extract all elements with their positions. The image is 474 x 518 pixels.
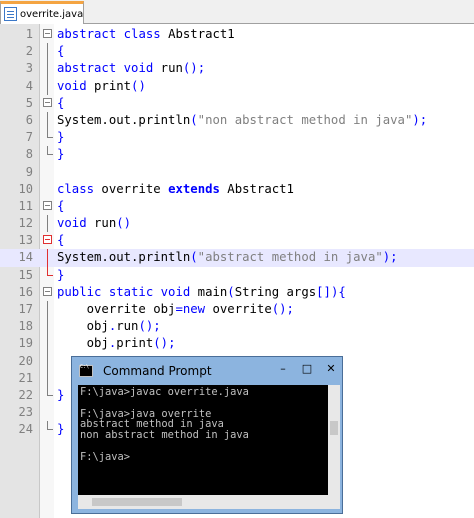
fold-toggle-icon[interactable] [43, 200, 52, 210]
code-line-3: abstract void run(); [57, 61, 206, 76]
line-number: 17 [18, 302, 33, 316]
code-line-10: class overrite extends Abstract1 [57, 181, 294, 196]
code-line-6: System.out.println("non abstract method … [57, 112, 428, 127]
code-line-16: public static void main(String args[]){ [57, 284, 346, 299]
fold-toggle-icon[interactable] [43, 97, 52, 107]
code-line-5: { [57, 95, 65, 110]
code-line-4: void print() [57, 78, 146, 93]
tab-overrite-java[interactable]: overrite.java [0, 1, 84, 24]
code-line-8: } [57, 147, 65, 162]
line-number: 16 [18, 284, 33, 299]
current-line-highlight: 14 System.out.println("abstract method in… [0, 249, 474, 267]
code-line-13: { [57, 233, 65, 248]
keyword-class: class [123, 27, 161, 41]
minimize-button[interactable]: – [276, 362, 290, 376]
line-number: 8 [25, 147, 33, 162]
line-number: 6 [25, 112, 33, 127]
horizontal-scroll-thumb[interactable] [92, 498, 182, 506]
line-number: 9 [25, 164, 33, 179]
code-line-2: { [57, 44, 65, 59]
line-number: 11 [18, 198, 33, 213]
code-line-7: } [57, 130, 65, 145]
line-number: 1 [25, 27, 33, 41]
fold-toggle-icon[interactable] [43, 29, 52, 38]
console-icon [79, 364, 93, 377]
code-line-18: obj.run(); [57, 319, 161, 334]
line-number: 3 [25, 61, 33, 76]
line-number: 10 [18, 181, 33, 196]
console-output-area[interactable]: F:\java>javac overrite.java F:\java>java… [78, 385, 340, 495]
tab-label: overrite.java [20, 8, 84, 20]
line-number: 5 [25, 95, 33, 110]
vertical-scrollbar[interactable] [328, 385, 340, 495]
line-number: 7 [25, 130, 33, 145]
line-number: 22 [18, 387, 33, 402]
code-line-15: } [57, 267, 65, 282]
window-title: Command Prompt [103, 363, 212, 378]
console-output: F:\java>javac overrite.java F:\java>java… [80, 386, 249, 463]
code-line-17: overrite obj=new overrite(); [57, 302, 294, 316]
line-number: 12 [18, 216, 33, 231]
code-line-22: } [57, 387, 65, 402]
line-number: 18 [18, 319, 33, 334]
horizontal-scrollbar[interactable] [78, 495, 340, 509]
line-number: 21 [18, 370, 33, 385]
code-line-11: { [57, 198, 65, 213]
line-number: 13 [18, 233, 33, 248]
file-icon [4, 7, 17, 21]
code-line-14: System.out.println("abstract method in j… [57, 250, 398, 265]
line-number: 20 [18, 353, 33, 368]
command-prompt-window[interactable]: Command Prompt – □ ✕ F:\java>javac overr… [71, 356, 343, 514]
code-line-1: abstract class Abstract1 [57, 27, 235, 41]
line-number: 2 [25, 44, 33, 59]
code-line-19: obj.print(); [57, 336, 176, 351]
code-line-12: void run() [57, 216, 132, 231]
maximize-button[interactable]: □ [300, 362, 314, 376]
line-number: 14 [18, 250, 33, 265]
line-number: 24 [18, 422, 33, 437]
fold-toggle-icon[interactable] [43, 235, 52, 245]
tab-bar: overrite.java [0, 0, 474, 24]
vertical-scroll-thumb[interactable] [330, 421, 338, 435]
code-line-24: } [57, 422, 65, 437]
line-number: 4 [25, 78, 33, 93]
line-number: 15 [18, 267, 33, 282]
command-prompt-titlebar[interactable]: Command Prompt – □ ✕ [72, 357, 342, 384]
close-button[interactable]: ✕ [324, 362, 338, 376]
line-number: 23 [18, 405, 33, 420]
fold-toggle-icon[interactable] [43, 286, 52, 296]
keyword-abstract: abstract [57, 27, 117, 41]
line-number: 19 [18, 336, 33, 351]
